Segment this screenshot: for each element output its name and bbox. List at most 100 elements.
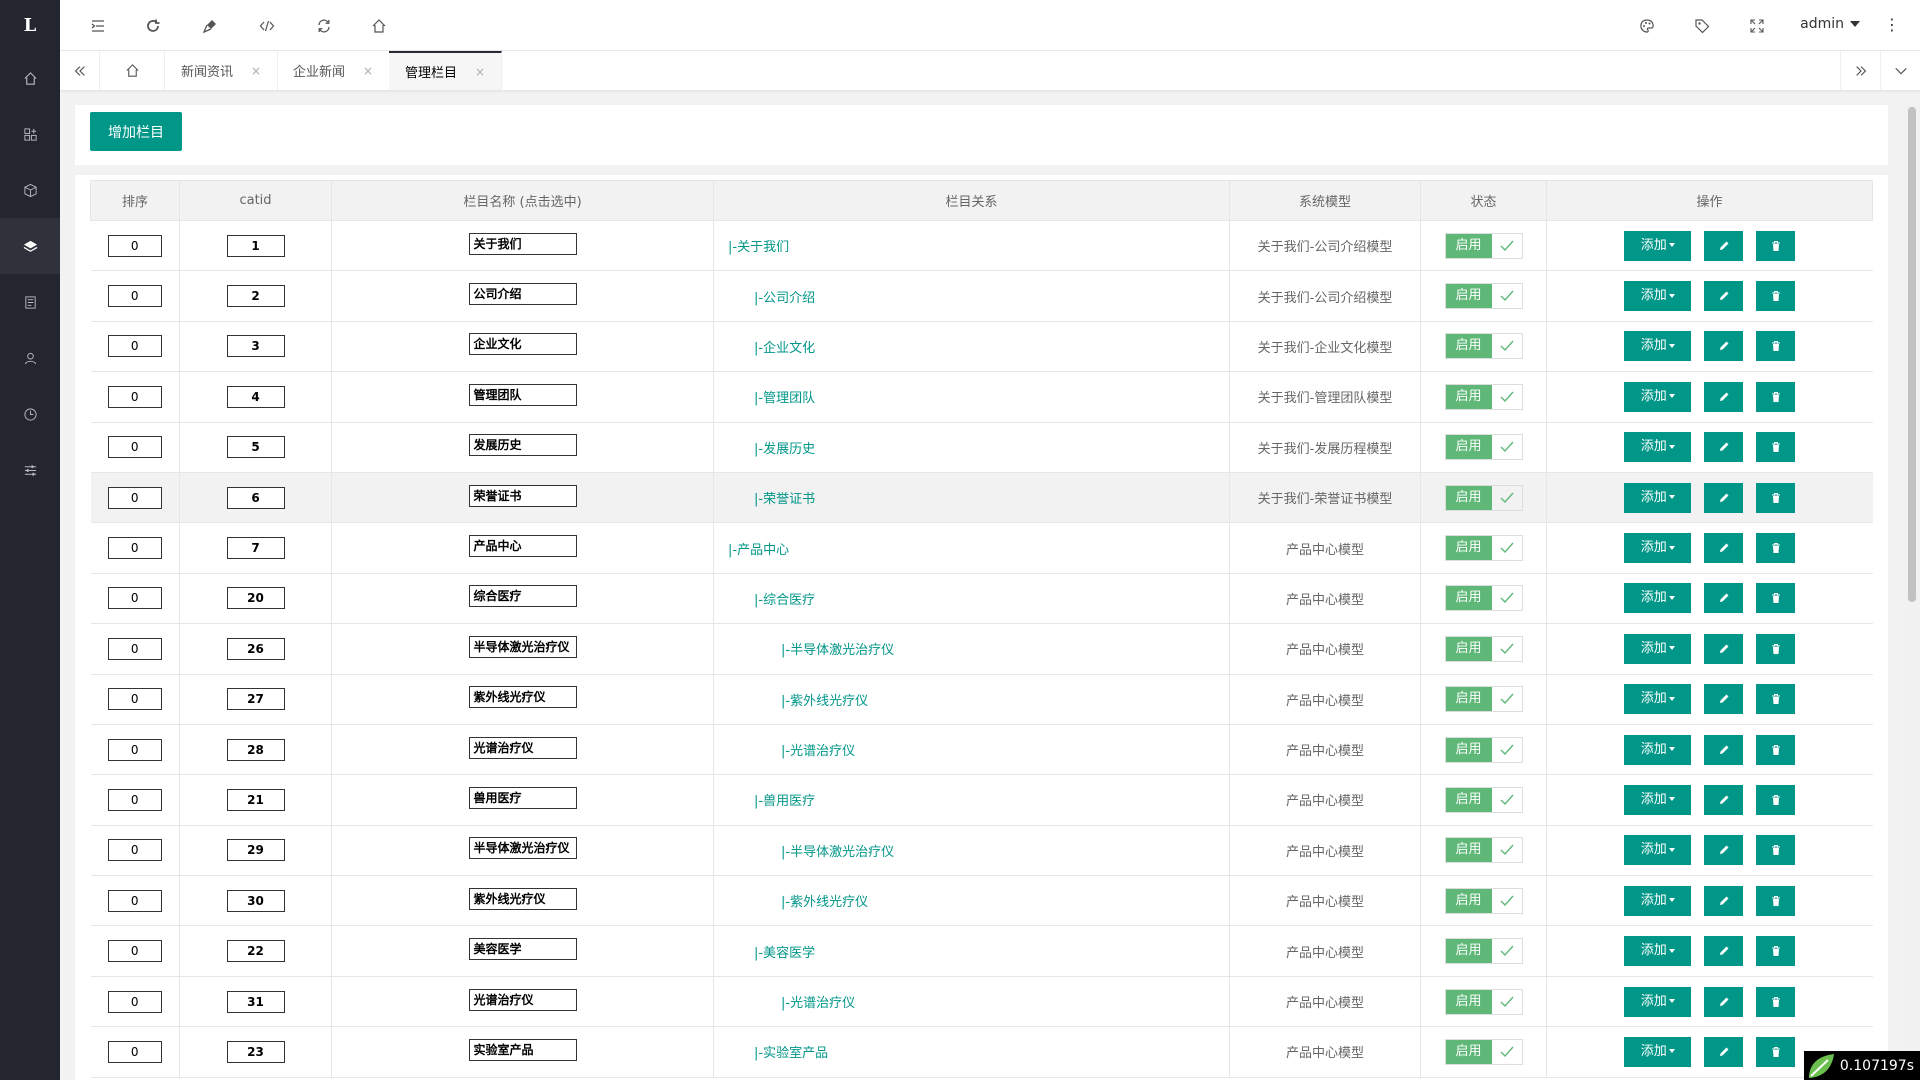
palette-icon[interactable] bbox=[1635, 14, 1659, 38]
edit-button[interactable] bbox=[1704, 1036, 1744, 1067]
delete-button[interactable] bbox=[1756, 331, 1796, 362]
sidebar-item-layers[interactable] bbox=[0, 218, 60, 274]
delete-button[interactable] bbox=[1756, 885, 1796, 916]
table-row[interactable]: 0 28 光谱治疗仪 |-光谱治疗仪 产品中心模型 启用 添加 bbox=[90, 724, 1873, 776]
relation-cell[interactable]: |-紫外线光疗仪 bbox=[713, 875, 1230, 927]
name-input[interactable]: 光谱治疗仪 bbox=[468, 736, 577, 759]
status-switch[interactable]: 启用 bbox=[1444, 1038, 1523, 1065]
sidebar-item-book[interactable] bbox=[0, 274, 60, 330]
edit-button[interactable] bbox=[1704, 986, 1744, 1017]
relation-cell[interactable]: |-荣誉证书 bbox=[713, 472, 1230, 524]
add-child-button[interactable]: 添加 bbox=[1624, 986, 1692, 1017]
catid-input[interactable]: 27 bbox=[226, 688, 285, 711]
debug-timer[interactable]: 0.107197s bbox=[1803, 1051, 1920, 1080]
add-child-button[interactable]: 添加 bbox=[1624, 482, 1692, 513]
fullscreen-icon[interactable] bbox=[1745, 14, 1769, 38]
status-switch[interactable]: 启用 bbox=[1444, 232, 1523, 259]
table-row[interactable]: 0 3 企业文化 |-企业文化 关于我们-企业文化模型 启用 添加 bbox=[90, 321, 1873, 373]
status-switch[interactable]: 启用 bbox=[1444, 635, 1523, 662]
sidebar-item-box[interactable] bbox=[0, 162, 60, 218]
name-input[interactable]: 综合医疗 bbox=[468, 585, 577, 608]
delete-button[interactable] bbox=[1756, 281, 1796, 312]
table-row[interactable]: 0 1 关于我们 |-关于我们 关于我们-公司介绍模型 启用 添加 bbox=[90, 220, 1873, 272]
tab-company-news[interactable]: 企业新闻 × bbox=[277, 51, 391, 90]
delete-button[interactable] bbox=[1756, 381, 1796, 412]
tag-icon[interactable] bbox=[1690, 14, 1714, 38]
relation-cell[interactable]: |-美容医学 bbox=[713, 925, 1230, 977]
name-input[interactable]: 半导体激光治疗仪 bbox=[468, 837, 577, 860]
status-switch[interactable]: 启用 bbox=[1444, 988, 1523, 1015]
delete-button[interactable] bbox=[1756, 482, 1796, 513]
edit-button[interactable] bbox=[1704, 734, 1744, 765]
order-input[interactable]: 0 bbox=[107, 889, 162, 912]
status-switch[interactable]: 启用 bbox=[1444, 938, 1523, 965]
sync-icon[interactable] bbox=[312, 14, 336, 38]
order-input[interactable]: 0 bbox=[107, 940, 162, 963]
name-input[interactable]: 公司介绍 bbox=[468, 283, 577, 306]
edit-button[interactable] bbox=[1704, 533, 1744, 564]
order-input[interactable]: 0 bbox=[107, 285, 162, 308]
delete-button[interactable] bbox=[1756, 583, 1796, 614]
relation-cell[interactable]: |-半导体激光治疗仪 bbox=[713, 623, 1230, 675]
add-child-button[interactable]: 添加 bbox=[1624, 835, 1692, 866]
edit-button[interactable] bbox=[1704, 936, 1744, 967]
order-input[interactable]: 0 bbox=[107, 486, 162, 509]
add-child-button[interactable]: 添加 bbox=[1624, 936, 1692, 967]
status-switch[interactable]: 启用 bbox=[1444, 383, 1523, 410]
catid-input[interactable]: 1 bbox=[226, 234, 285, 257]
order-input[interactable]: 0 bbox=[107, 234, 162, 257]
name-input[interactable]: 美容医学 bbox=[468, 938, 577, 961]
edit-button[interactable] bbox=[1704, 583, 1744, 614]
name-input[interactable]: 兽用医疗 bbox=[468, 786, 577, 809]
edit-button[interactable] bbox=[1704, 684, 1744, 715]
tabs-prev-icon[interactable] bbox=[60, 51, 100, 90]
status-switch[interactable]: 启用 bbox=[1444, 434, 1523, 461]
status-switch[interactable]: 启用 bbox=[1444, 786, 1523, 813]
sidebar-item-home[interactable] bbox=[0, 50, 60, 106]
status-switch[interactable]: 启用 bbox=[1444, 484, 1523, 511]
order-input[interactable]: 0 bbox=[107, 335, 162, 358]
add-child-button[interactable]: 添加 bbox=[1624, 684, 1692, 715]
close-icon[interactable]: × bbox=[251, 64, 261, 78]
order-input[interactable]: 0 bbox=[107, 436, 162, 459]
tab-home[interactable] bbox=[100, 51, 165, 90]
name-input[interactable]: 发展历史 bbox=[468, 434, 577, 457]
table-row[interactable]: 0 31 光谱治疗仪 |-光谱治疗仪 产品中心模型 启用 添加 bbox=[90, 976, 1873, 1028]
catid-input[interactable]: 29 bbox=[226, 839, 285, 862]
delete-button[interactable] bbox=[1756, 734, 1796, 765]
status-switch[interactable]: 启用 bbox=[1444, 535, 1523, 562]
name-input[interactable]: 光谱治疗仪 bbox=[468, 988, 577, 1011]
name-input[interactable]: 产品中心 bbox=[468, 535, 577, 558]
catid-input[interactable]: 28 bbox=[226, 738, 285, 761]
status-switch[interactable]: 启用 bbox=[1444, 837, 1523, 864]
table-row[interactable]: 0 6 荣誉证书 |-荣誉证书 关于我们-荣誉证书模型 启用 添加 bbox=[90, 472, 1873, 524]
delete-button[interactable] bbox=[1756, 230, 1796, 261]
delete-button[interactable] bbox=[1756, 835, 1796, 866]
table-row[interactable]: 0 4 管理团队 |-管理团队 关于我们-管理团队模型 启用 添加 bbox=[90, 371, 1873, 423]
edit-button[interactable] bbox=[1704, 784, 1744, 815]
edit-button[interactable] bbox=[1704, 381, 1744, 412]
status-switch[interactable]: 启用 bbox=[1444, 333, 1523, 360]
catid-input[interactable]: 21 bbox=[226, 788, 285, 811]
sidebar-item-clock[interactable] bbox=[0, 386, 60, 442]
add-child-button[interactable]: 添加 bbox=[1624, 381, 1692, 412]
table-row[interactable]: 0 30 紫外线光疗仪 |-紫外线光疗仪 产品中心模型 启用 添加 bbox=[90, 875, 1873, 927]
delete-button[interactable] bbox=[1756, 432, 1796, 463]
scrollbar[interactable] bbox=[1907, 105, 1917, 1080]
sidebar-item-settings[interactable] bbox=[0, 442, 60, 498]
code-icon[interactable] bbox=[255, 14, 279, 38]
status-switch[interactable]: 启用 bbox=[1444, 686, 1523, 713]
order-input[interactable]: 0 bbox=[107, 385, 162, 408]
relation-cell[interactable]: |-关于我们 bbox=[713, 220, 1230, 272]
add-child-button[interactable]: 添加 bbox=[1624, 432, 1692, 463]
tabs-menu-icon[interactable] bbox=[1880, 51, 1920, 90]
add-category-button[interactable]: 增加栏目 bbox=[90, 112, 182, 151]
add-child-button[interactable]: 添加 bbox=[1624, 331, 1692, 362]
relation-cell[interactable]: |-管理团队 bbox=[713, 371, 1230, 423]
relation-cell[interactable]: |-光谱治疗仪 bbox=[713, 724, 1230, 776]
relation-cell[interactable]: |-产品中心 bbox=[713, 522, 1230, 574]
catid-input[interactable]: 26 bbox=[226, 637, 285, 660]
add-child-button[interactable]: 添加 bbox=[1624, 583, 1692, 614]
close-icon[interactable]: × bbox=[475, 65, 485, 79]
name-input[interactable]: 企业文化 bbox=[468, 333, 577, 356]
